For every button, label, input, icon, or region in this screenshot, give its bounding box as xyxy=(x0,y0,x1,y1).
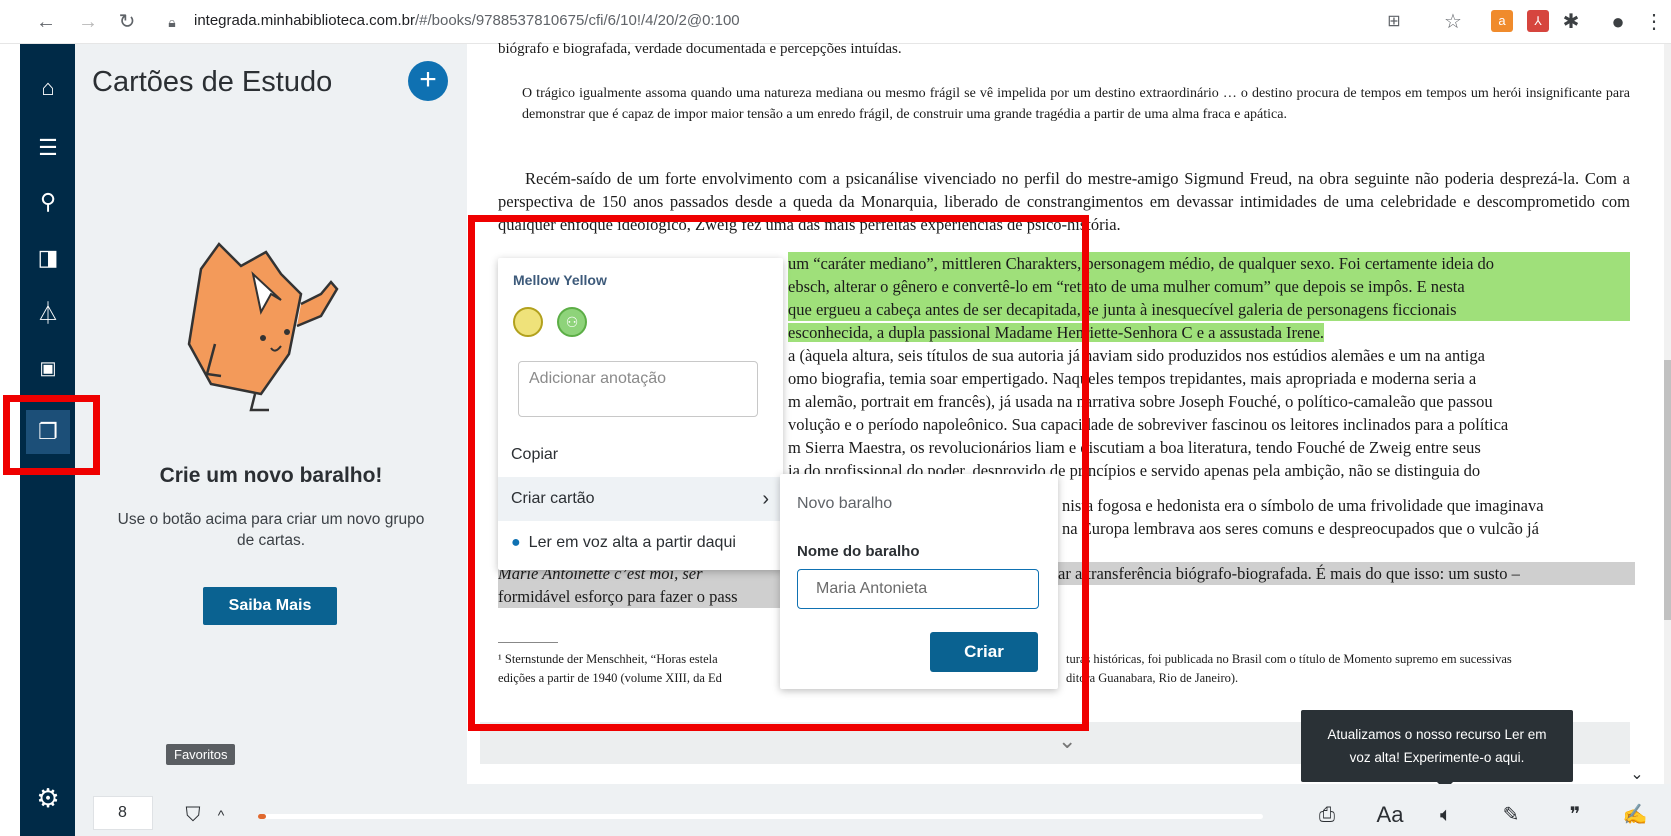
shopping-extension-icon[interactable]: a xyxy=(1491,10,1513,32)
image-gallery-icon[interactable]: ▣ xyxy=(32,352,64,384)
settings-gear-icon[interactable]: ⚙ xyxy=(32,782,64,814)
menu-dots-icon[interactable]: ⋮ xyxy=(1640,8,1668,36)
collapse-chevron-icon[interactable]: ⌄ xyxy=(1620,760,1654,790)
star-icon[interactable]: ☆ xyxy=(1439,8,1467,36)
translate-icon[interactable]: ⊞ xyxy=(1380,8,1408,36)
add-deck-button[interactable]: + xyxy=(408,61,448,101)
footnote-text: turas históricas, foi publicada no Brasi… xyxy=(1066,652,1512,666)
favorites-tooltip: Favoritos xyxy=(166,744,236,765)
chevron-down-icon: ⌄ xyxy=(1058,728,1077,753)
exit-book-icon[interactable]: ◨ xyxy=(32,242,64,274)
footnote-text: ditora Guanabara, Rio de Janeiro). xyxy=(1066,671,1239,685)
read-aloud-toast[interactable]: Atualizamos o nosso recurso Ler em voz a… xyxy=(1301,710,1573,782)
text-line: na Europa lembrava aos seres comuns e de… xyxy=(1062,519,1539,538)
forward-arrow-icon[interactable]: → xyxy=(74,8,102,36)
pdf-extension-icon[interactable]: ⅄ xyxy=(1527,10,1549,32)
empty-state-description: Use o botão acima para criar um novo gru… xyxy=(117,511,425,549)
reader-text-fragment: biógrafo e biografada, verdade documenta… xyxy=(498,41,902,57)
contents-list-icon[interactable]: ☰ xyxy=(32,132,64,164)
font-size-icon[interactable]: Aa xyxy=(1373,800,1407,830)
page-number-field[interactable]: 8 xyxy=(93,796,153,830)
profile-icon[interactable]: ● xyxy=(1604,8,1632,36)
url-host: integrada.minhabiblioteca.com.br xyxy=(194,12,415,29)
notes-icon[interactable]: ✍ xyxy=(1618,800,1652,830)
highlighter-icon[interactable]: ✎ xyxy=(1494,800,1528,830)
annotation-highlight-box xyxy=(3,395,100,475)
empty-state-title: Crie um novo baralho! xyxy=(159,464,383,487)
panel-title: Cartões de Estudo xyxy=(92,66,333,98)
scrollbar-thumb[interactable] xyxy=(1664,360,1671,620)
lock-icon[interactable]: 🔒︎ xyxy=(158,8,186,36)
search-icon[interactable]: ⚲ xyxy=(32,186,64,218)
print-icon[interactable]: ⎙ xyxy=(1310,800,1344,830)
browser-toolbar: ← → ↻ 🔒︎ integrada.minhabiblioteca.com.b… xyxy=(0,0,1671,44)
speaker-icon[interactable]: 🔈︎ xyxy=(1429,800,1463,830)
home-icon[interactable]: ⌂ xyxy=(32,72,64,104)
flashcards-panel: Cartões de Estudo + Crie um novo baralho… xyxy=(75,44,467,784)
block-quote: O trágico igualmente assoma quando uma n… xyxy=(522,86,1630,122)
flask-icon[interactable]: ⏃ xyxy=(32,298,64,330)
toast-line: Atualizamos o nosso recurso Ler em xyxy=(1327,727,1547,742)
text-line: nista fogosa e hedonista era o símbolo d… xyxy=(1062,496,1544,515)
back-arrow-icon[interactable]: ← xyxy=(32,8,60,36)
quote-icon[interactable]: ❞ xyxy=(1558,800,1592,830)
annotation-highlight-box xyxy=(468,215,1089,731)
reading-progress-track[interactable] xyxy=(258,814,1263,819)
highlighted-line[interactable]: ar a transferência biógrafo-biografada. … xyxy=(1058,562,1635,585)
reading-progress-fill xyxy=(258,814,267,819)
chevron-up-icon[interactable]: ^ xyxy=(204,800,238,830)
mascot-illustration xyxy=(187,242,339,412)
learn-more-button[interactable]: Saiba Mais xyxy=(203,587,337,625)
reload-icon[interactable]: ↻ xyxy=(113,8,141,36)
extensions-puzzle-icon[interactable]: ✱ xyxy=(1557,8,1585,36)
url-path: /#/books/9788537810675/cfi/6/10!/4/20/2@… xyxy=(414,12,740,29)
address-bar[interactable]: integrada.minhabiblioteca.com.br/#/books… xyxy=(194,12,740,29)
toast-line: voz alta! Experimente-o aqui. xyxy=(1349,750,1525,765)
